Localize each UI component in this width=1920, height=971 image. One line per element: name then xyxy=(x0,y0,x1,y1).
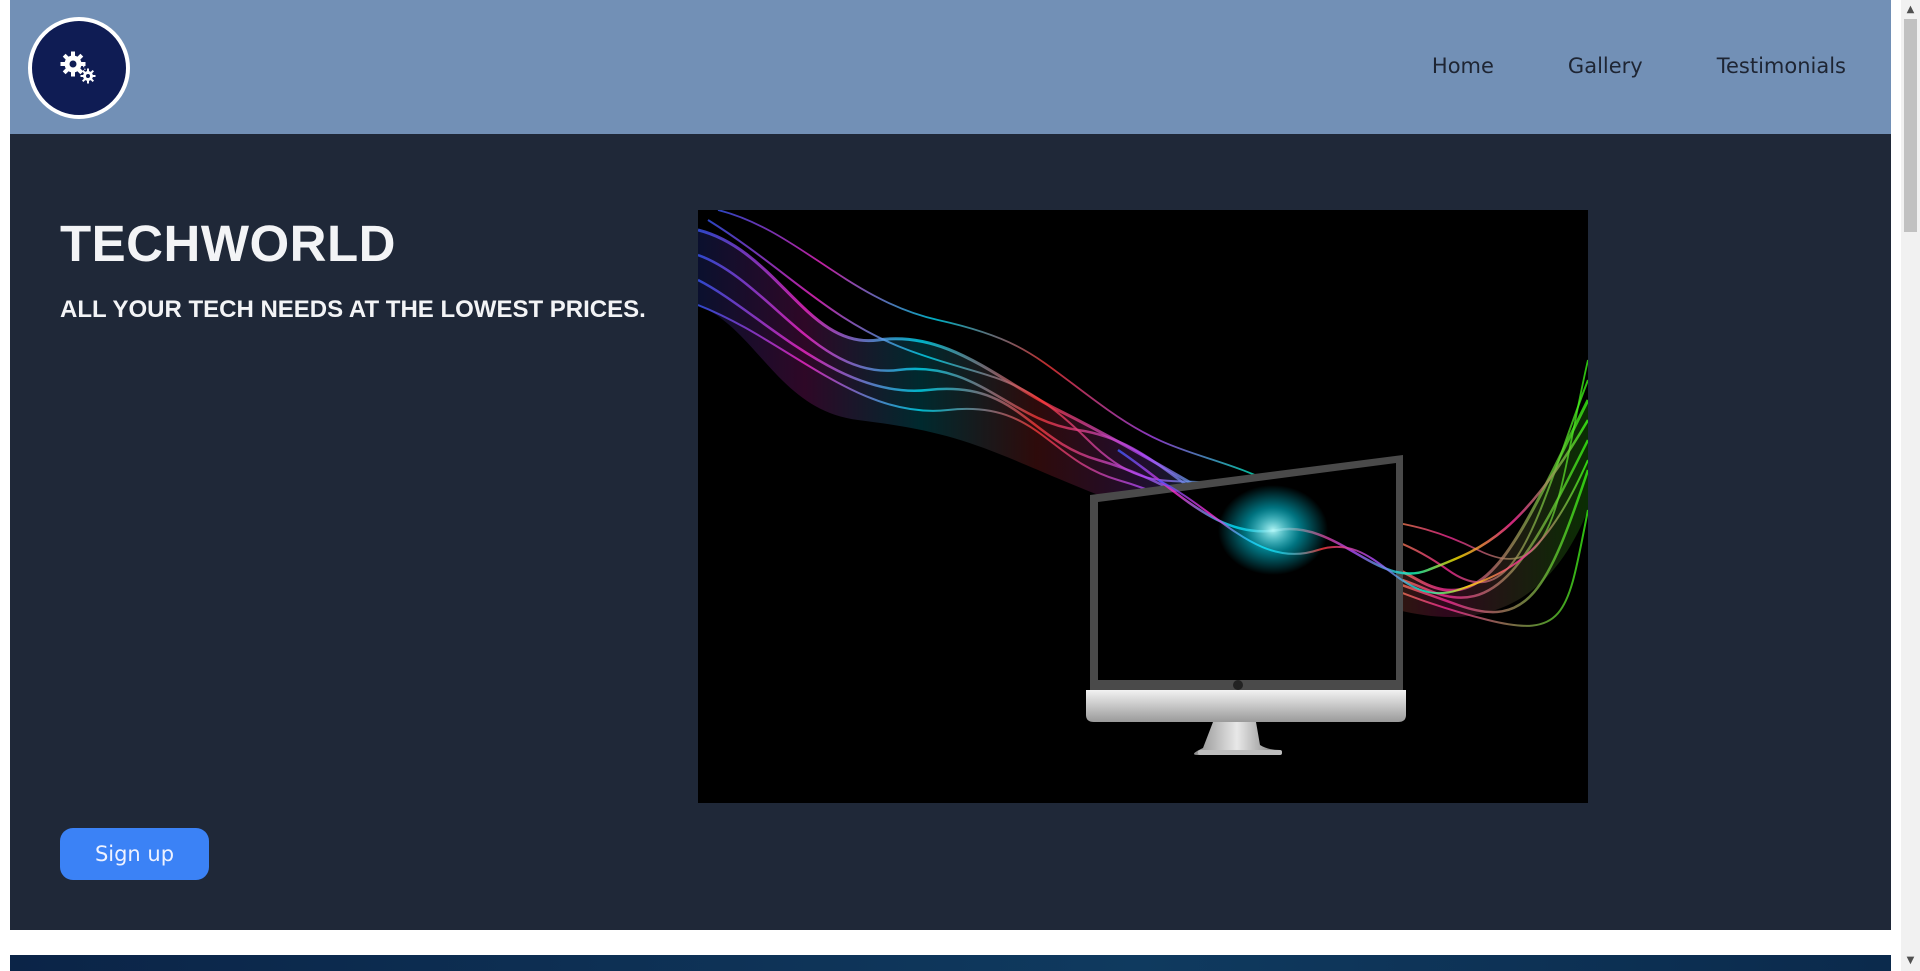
scroll-up-arrow-icon[interactable]: ▲ xyxy=(1901,1,1920,18)
main-nav: Home Gallery Testimonials xyxy=(1358,0,1846,131)
computer-monitor-with-rainbow-smoke-image xyxy=(698,210,1588,803)
next-section-edge xyxy=(10,955,1891,971)
scrollbar[interactable]: ▲ ▼ xyxy=(1901,0,1920,971)
site-header: Home Gallery Testimonials xyxy=(10,0,1891,134)
nav-home-link[interactable]: Home xyxy=(1432,54,1494,78)
page: Home Gallery Testimonials TECHWORLD ALL … xyxy=(10,0,1891,971)
hero-title: TECHWORLD xyxy=(60,215,396,272)
hero-image xyxy=(698,210,1588,803)
hero-subtitle: ALL YOUR TECH NEEDS AT THE LOWEST PRICES… xyxy=(60,296,646,323)
hero-section: TECHWORLD ALL YOUR TECH NEEDS AT THE LOW… xyxy=(10,134,1891,930)
logo[interactable] xyxy=(28,17,130,119)
scroll-down-arrow-icon[interactable]: ▼ xyxy=(1901,952,1920,969)
gears-icon xyxy=(60,51,96,84)
nav-gallery-link[interactable]: Gallery xyxy=(1568,54,1643,78)
scroll-thumb[interactable] xyxy=(1904,19,1917,232)
signup-button[interactable]: Sign up xyxy=(60,828,209,880)
nav-testimonials-link[interactable]: Testimonials xyxy=(1717,54,1846,78)
